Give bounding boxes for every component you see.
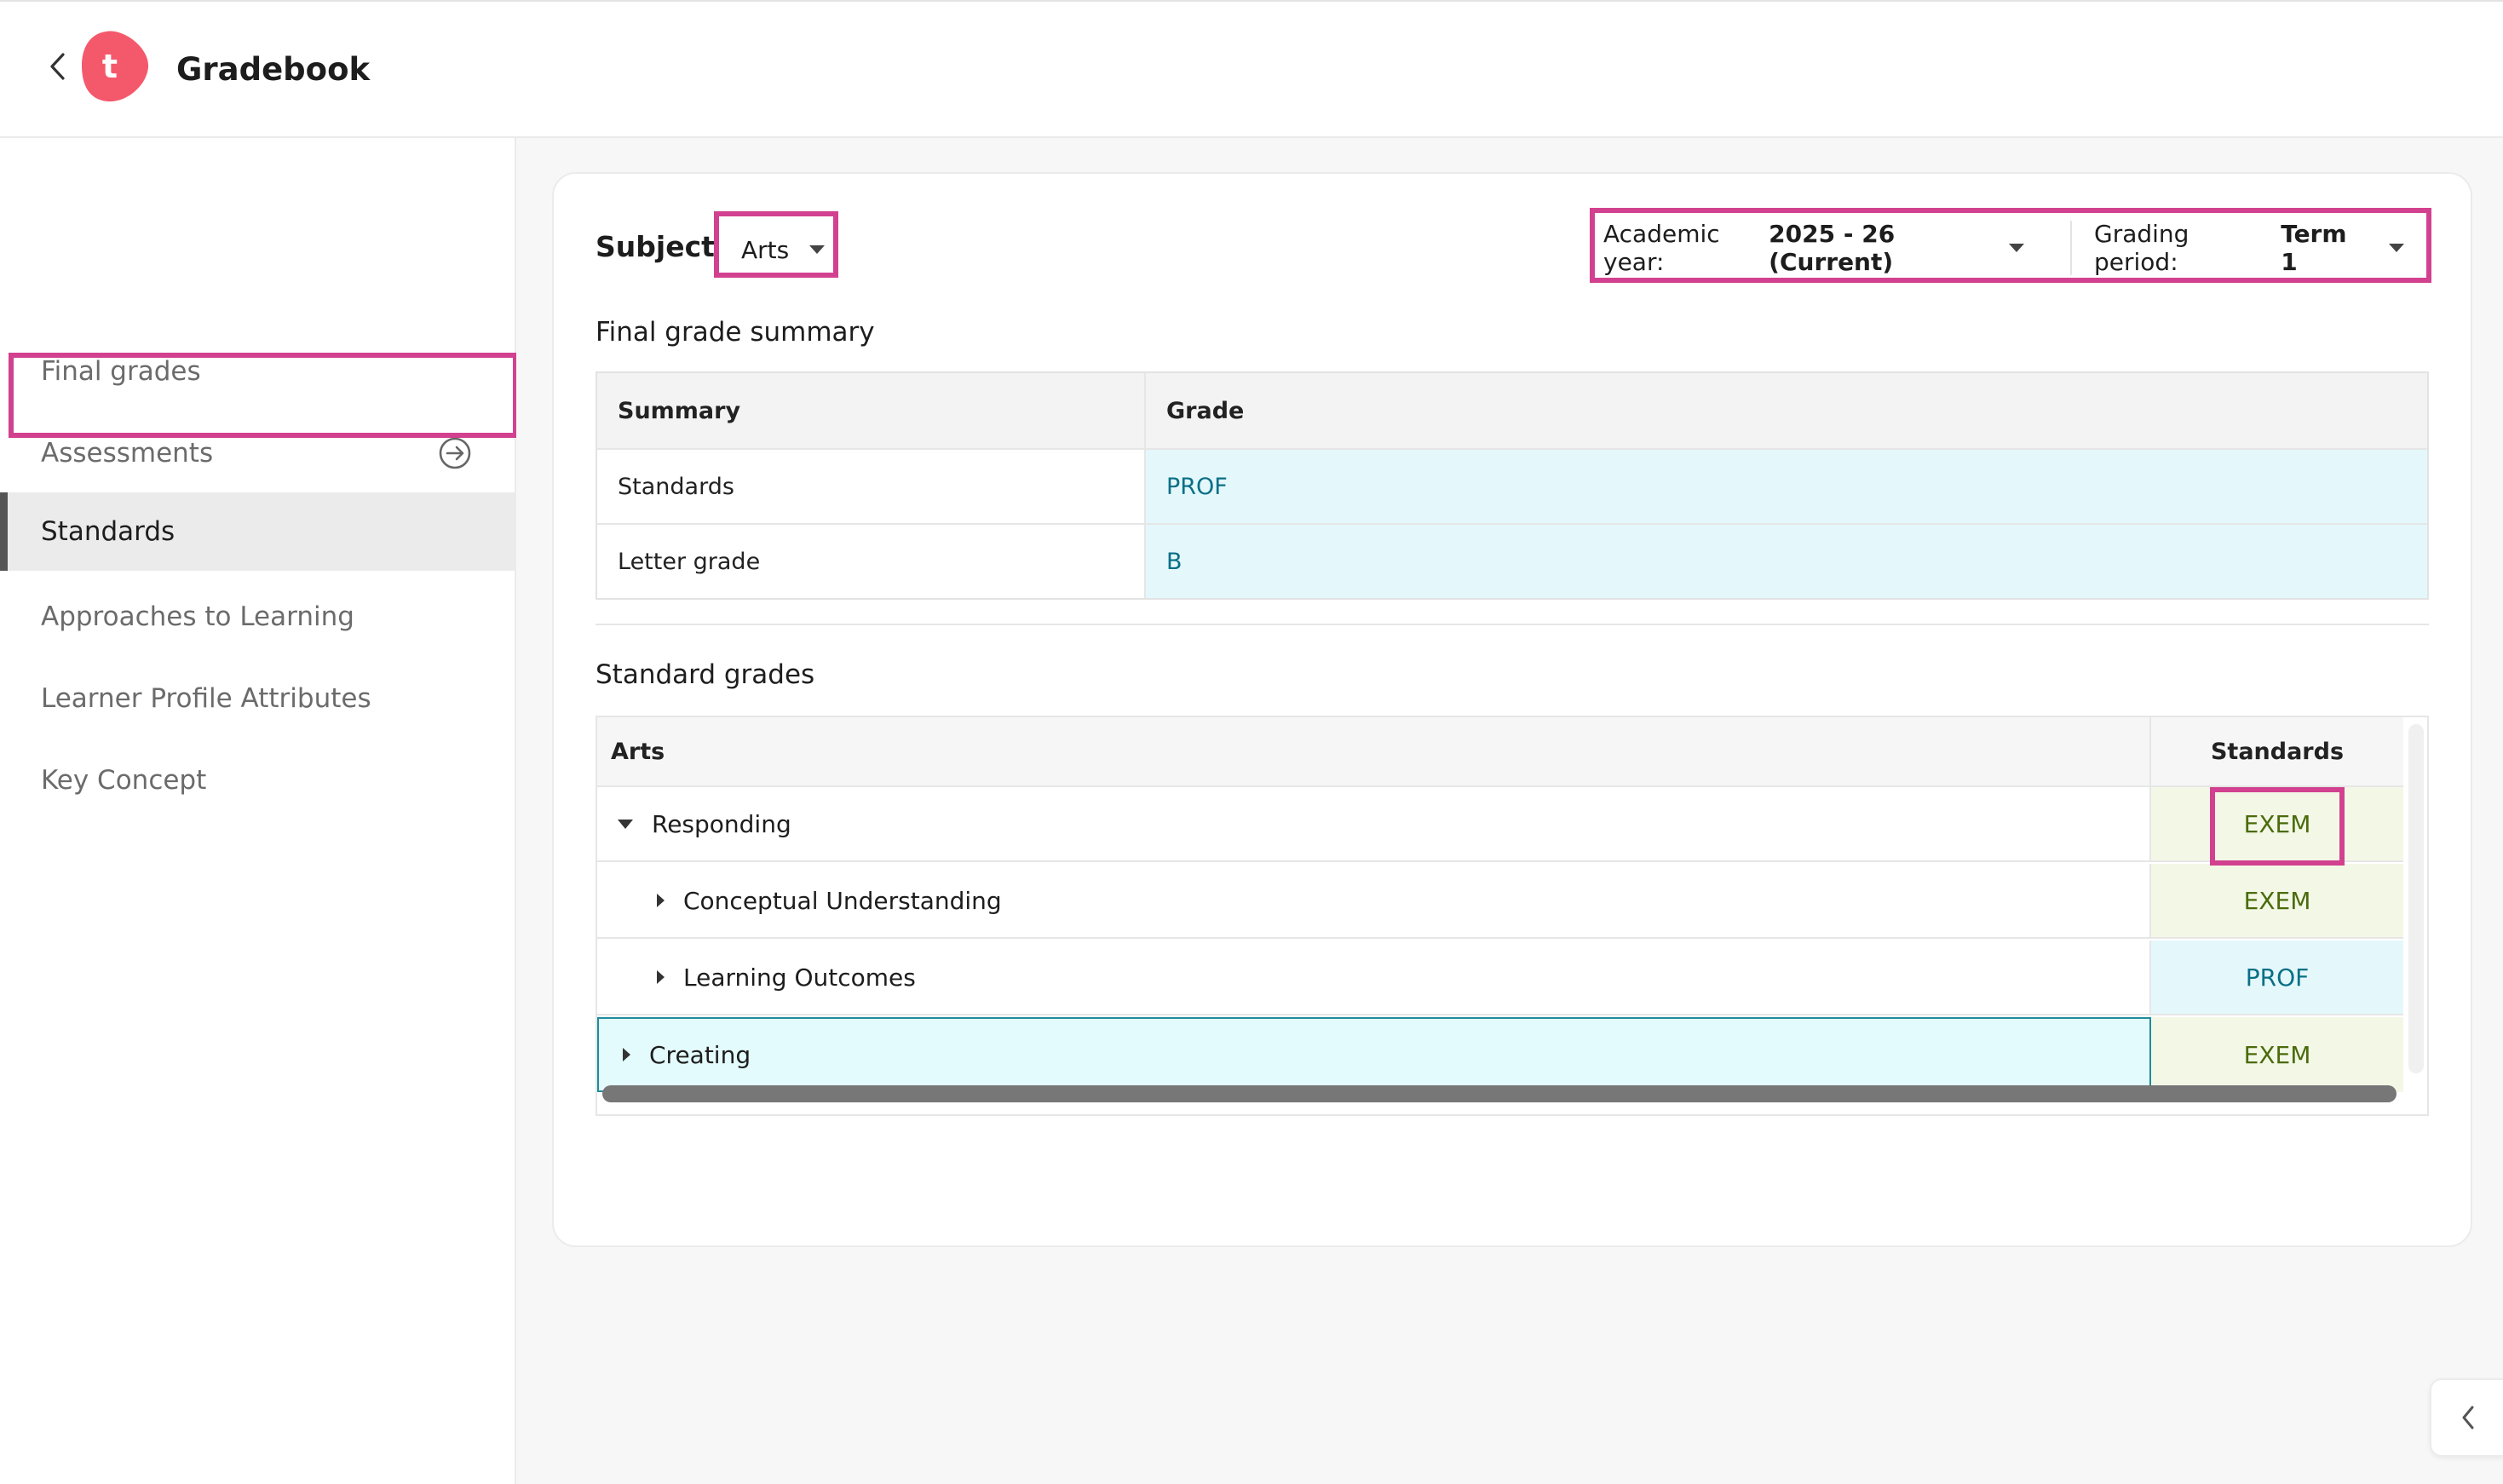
row-label: Creating	[649, 1040, 751, 1069]
academic-year-label: Academic year:	[1603, 220, 1720, 276]
table-row: Letter grade B	[597, 523, 2427, 598]
standard-grades-title: Standard grades	[596, 659, 815, 690]
subject-value: Arts	[741, 235, 790, 264]
column-header-standards: Standards	[2210, 738, 2345, 765]
sidebar-item-label: Approaches to Learning	[41, 601, 354, 632]
grade-cell: PROF	[1146, 450, 2427, 523]
sidebar-item-label: Key Concept	[41, 765, 207, 796]
caret-right-icon[interactable]	[623, 1048, 630, 1061]
logo-letter: t	[101, 48, 118, 85]
table-row-responding[interactable]: Responding EXEM	[597, 787, 2403, 862]
sidebar-item-label: Final grades	[41, 356, 201, 387]
app-header: t Gradebook	[0, 0, 2503, 138]
sidebar-item-learner-profile-attributes[interactable]: Learner Profile Attributes	[0, 659, 515, 738]
standard-grades-table: Arts Standards Responding EXEM Conceptua…	[596, 716, 2429, 1116]
sidebar-item-key-concept[interactable]: Key Concept	[0, 741, 515, 820]
table-row-learning-outcomes[interactable]: Learning Outcomes PROF	[597, 940, 2403, 1015]
table-row: Standards PROF	[597, 448, 2427, 523]
caret-right-icon[interactable]	[657, 894, 665, 907]
summary-cell: Letter grade	[597, 525, 1146, 598]
caret-down-icon	[2009, 244, 2024, 252]
row-label: Responding	[652, 809, 791, 838]
grade-cell: EXEM	[2151, 864, 2403, 937]
sidebar-item-standards[interactable]: Standards	[0, 492, 515, 571]
app-logo: t	[80, 30, 150, 103]
horizontal-scrollbar[interactable]	[602, 1085, 2397, 1102]
subject-label: Subject	[596, 230, 715, 263]
academic-year-dropdown[interactable]: Academic year: 2025 - 26 (Current)	[1579, 220, 2048, 276]
grading-period-value: Term 1	[2281, 220, 2347, 276]
grade-cell: PROF	[2151, 940, 2403, 1014]
academic-year-value: 2025 - 26 (Current)	[1769, 220, 1896, 276]
caret-down-icon	[809, 245, 826, 254]
table-row-conceptual-understanding[interactable]: Conceptual Understanding EXEM	[597, 864, 2403, 939]
column-header-grade: Grade	[1166, 397, 1245, 424]
caret-down-icon	[2389, 244, 2404, 252]
grading-period-dropdown[interactable]: Grading period: Term 1	[2070, 220, 2428, 276]
sidebar-item-approaches-to-learning[interactable]: Approaches to Learning	[0, 578, 515, 656]
vertical-scrollbar[interactable]	[2408, 724, 2424, 1073]
grade-cell: EXEM	[2151, 787, 2403, 860]
chevron-left-icon	[2462, 1406, 2474, 1429]
grade-cell: EXEM	[2151, 1017, 2403, 1092]
final-grade-summary-table: Summary Grade Standards PROF Letter grad…	[596, 371, 2429, 600]
row-label: Learning Outcomes	[683, 963, 916, 992]
column-header-subject: Arts	[597, 717, 2151, 785]
sidebar-item-assessments[interactable]: Assessments	[0, 414, 515, 492]
sidebar: Final grades Assessments Standards Appro…	[0, 138, 516, 1484]
row-name-cell: Creating	[597, 1017, 2151, 1092]
summary-cell: Standards	[597, 450, 1146, 523]
caret-right-icon[interactable]	[657, 970, 665, 984]
table-header-row: Summary Grade	[597, 373, 2427, 448]
arrow-circle-right-icon	[439, 437, 471, 469]
sidebar-item-label: Standards	[41, 516, 175, 547]
gradebook-card: Subject Arts Academic year: 2025 - 26 (C…	[552, 172, 2472, 1247]
row-name-cell: Responding	[597, 787, 2151, 860]
sidebar-item-label: Learner Profile Attributes	[41, 683, 371, 714]
sidebar-item-final-grades[interactable]: Final grades	[0, 332, 515, 411]
row-label: Conceptual Understanding	[683, 886, 1002, 915]
final-grade-summary-title: Final grade summary	[596, 317, 875, 348]
page-title: Gradebook	[176, 51, 371, 88]
grading-period-label: Grading period:	[2094, 220, 2189, 276]
table-header-row: Arts Standards	[597, 717, 2403, 787]
section-divider	[596, 624, 2429, 625]
table-row-creating[interactable]: Creating EXEM	[597, 1017, 2403, 1092]
column-header-summary: Summary	[597, 373, 1146, 448]
chevron-left-icon	[50, 53, 65, 80]
row-name-cell: Learning Outcomes	[597, 940, 2151, 1014]
back-button[interactable]	[43, 49, 72, 84]
row-name-cell: Conceptual Understanding	[597, 864, 2151, 937]
subject-dropdown[interactable]: Arts	[721, 221, 837, 278]
main-content: Subject Arts Academic year: 2025 - 26 (C…	[516, 138, 2503, 1484]
collapse-panel-button[interactable]	[2430, 1378, 2503, 1457]
caret-down-icon[interactable]	[618, 819, 633, 829]
grade-cell: B	[1146, 525, 2427, 598]
